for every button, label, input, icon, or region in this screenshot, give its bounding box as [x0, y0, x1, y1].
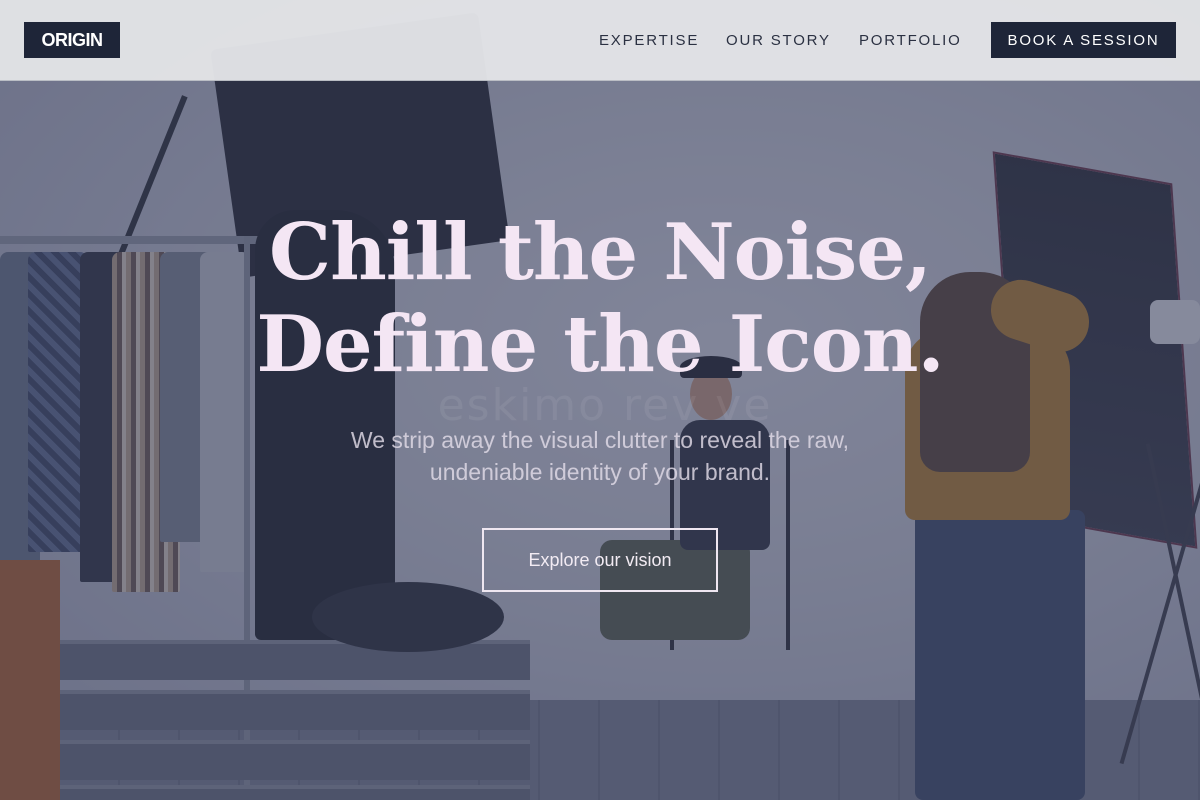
nav-link-expertise[interactable]: EXPERTISE — [599, 22, 699, 58]
hero-headline-line: Define the Icon. — [256, 299, 944, 390]
logo[interactable]: ORIGIN — [24, 22, 120, 58]
nav-link-our-story[interactable]: OUR STORY — [726, 22, 831, 58]
book-session-button[interactable]: BOOK A SESSION — [991, 22, 1176, 58]
hero-subtitle-line: We strip away the visual clutter to reve… — [350, 427, 850, 453]
hero-subtitle: We strip away the visual clutter to reve… — [300, 424, 900, 488]
hero-background-image: eskimo rev ve — [0, 0, 1200, 800]
site-header: ORIGIN EXPERTISE OUR STORY PORTFOLIO BOO… — [0, 0, 1200, 81]
hero-headline-line: Chill the Noise, — [268, 207, 932, 298]
nav-link-portfolio[interactable]: PORTFOLIO — [859, 22, 962, 58]
hero-headline: Chill the Noise, Define the Icon. — [150, 207, 1050, 391]
explore-vision-button[interactable]: Explore our vision — [482, 528, 718, 592]
hero-subtitle-line: undeniable identity of your brand. — [429, 459, 771, 485]
